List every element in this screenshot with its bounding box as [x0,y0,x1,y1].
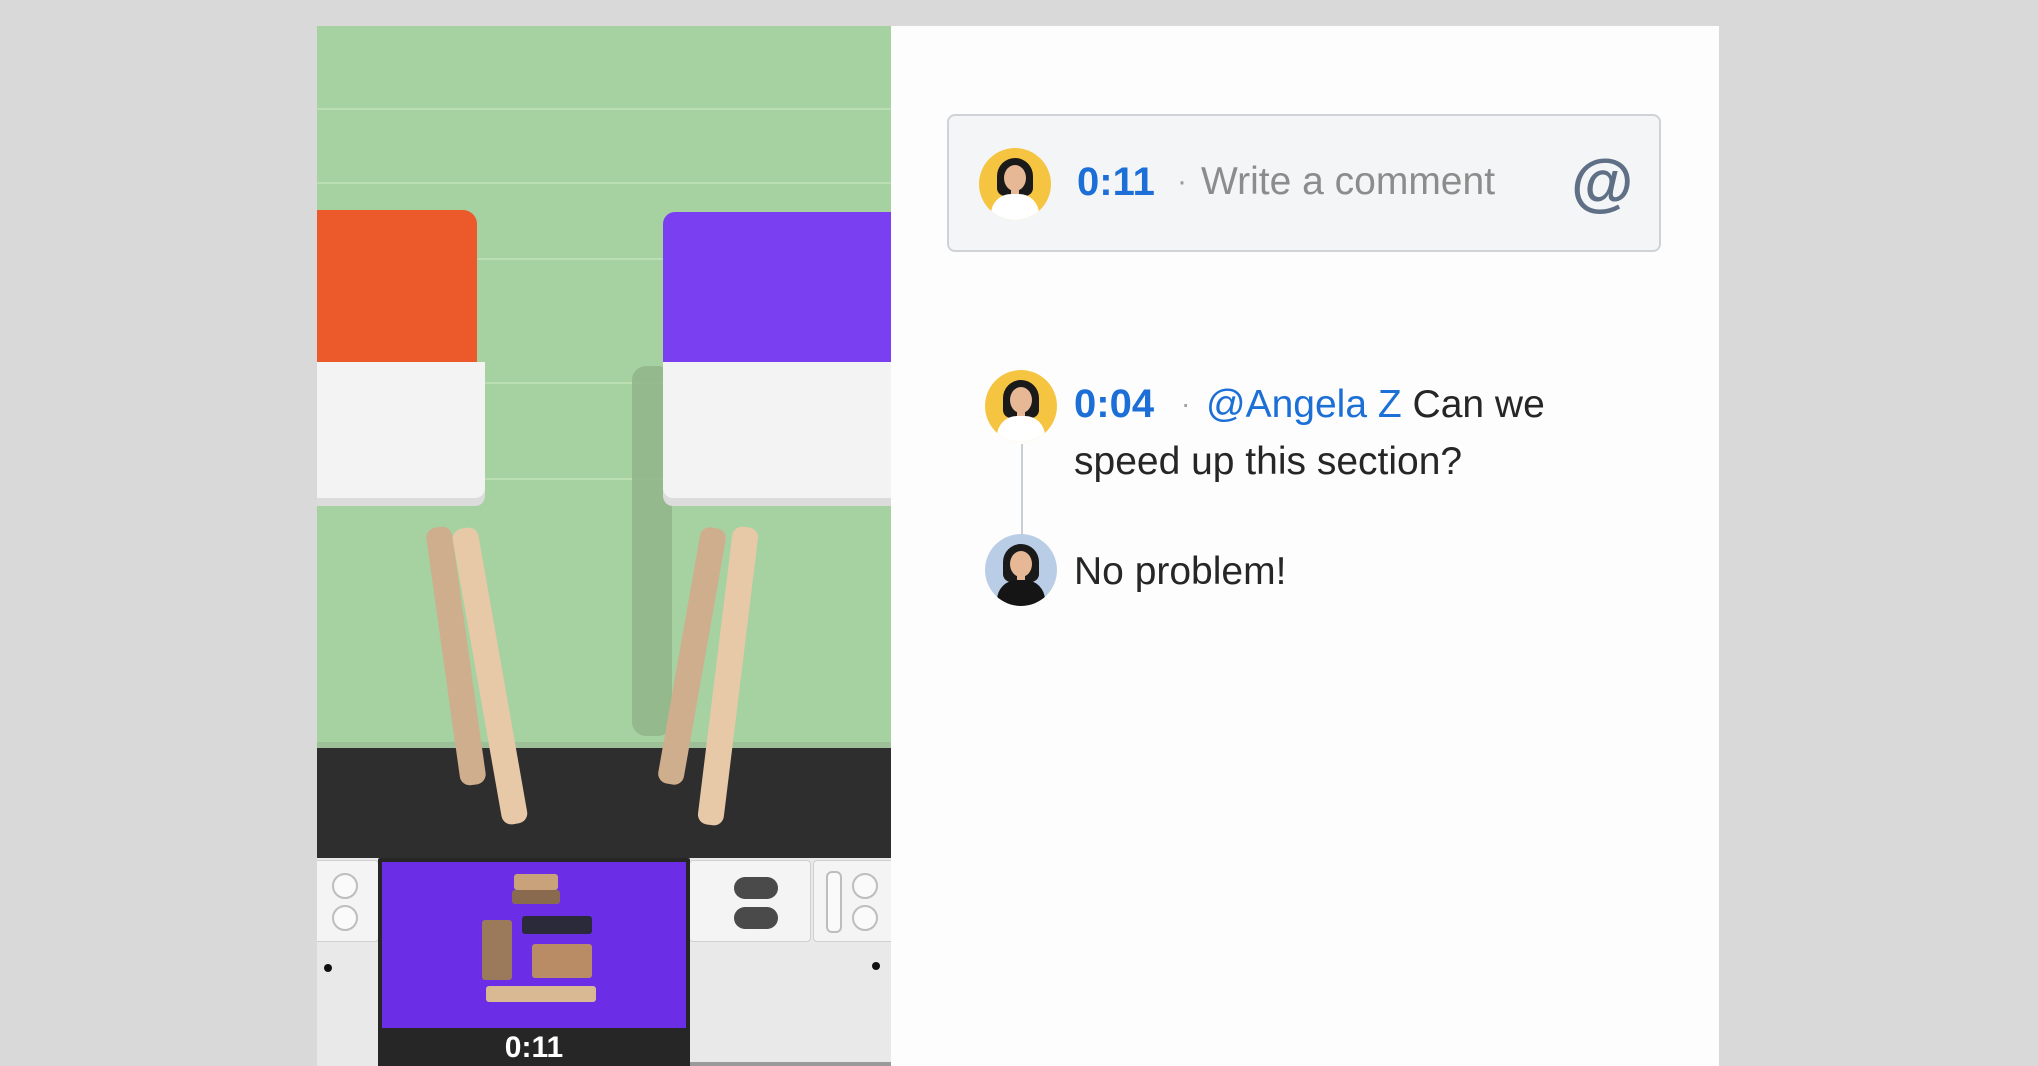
wall-line [317,182,891,184]
floor [317,748,891,858]
red-chair-seat [317,362,485,498]
thumb-block [482,920,512,980]
purple-chair-seat [663,362,891,498]
switch-icon [734,907,778,929]
app-frame: 0:11 0:11 · Write a comment @ 0:04 · @An… [317,26,1719,1066]
red-chair-back [317,210,477,362]
knob-icon [852,873,878,899]
thumb-block [486,986,596,1002]
thread-connector [1021,444,1023,540]
strip-panel [689,860,811,942]
comment-timestamp[interactable]: 0:11 [1077,156,1155,208]
strip-panel [813,860,891,942]
thumbnail-image [382,862,686,1028]
comments-panel: 0:11 · Write a comment @ 0:04 · @Angela … [891,26,1719,1066]
mention-icon[interactable]: @ [1571,146,1633,218]
comment-body: @Angela Z Can we speed up this section? [1074,376,1634,490]
video-preview[interactable]: 0:11 [317,26,891,1066]
thumb-block [522,916,592,934]
knob-icon [332,905,358,931]
wall-line [317,108,891,110]
thumb-block [512,890,560,904]
separator-dot: · [1177,165,1187,198]
comment-author-avatar [985,370,1057,442]
mention-link[interactable]: @Angela Z [1206,383,1402,426]
knob-icon [852,905,878,931]
thumb-block [532,944,592,978]
comment-input-placeholder[interactable]: Write a comment [1201,156,1495,208]
frame-thumbnail[interactable]: 0:11 [378,858,690,1066]
slider-icon [826,871,842,933]
thumbnail-timestamp: 0:11 [504,1031,564,1064]
dot-icon [324,964,332,972]
dot-icon [872,962,880,970]
purple-chair-back [663,212,891,362]
thumb-block [514,874,558,890]
user-avatar [979,148,1051,220]
switch-icon [734,877,778,899]
strip-panel [317,860,379,942]
reply-author-avatar [985,534,1057,606]
comment-input-box[interactable]: 0:11 · Write a comment @ [947,114,1661,252]
knob-icon [332,873,358,899]
reply-text: No problem! [1074,550,1287,593]
